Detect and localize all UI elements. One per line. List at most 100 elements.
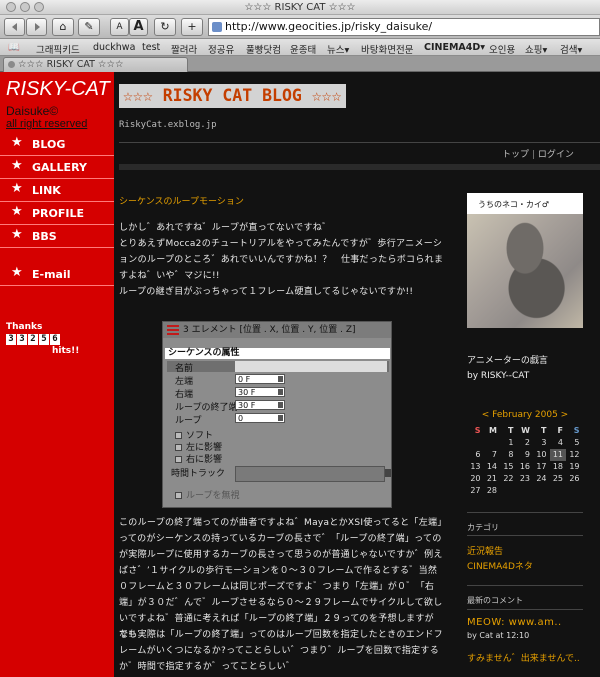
post-title[interactable]: シーケンスのループモーション bbox=[119, 194, 244, 207]
dialog-row-right: 右端 30 F bbox=[167, 387, 389, 400]
nav-label: E-mail bbox=[32, 268, 71, 281]
category-link[interactable]: CINEMA4Dネタ bbox=[467, 559, 533, 572]
add-bookmark-button[interactable]: + bbox=[181, 18, 203, 36]
bookmark-item[interactable]: 그래픽키드 bbox=[36, 42, 80, 55]
weekday: M bbox=[489, 426, 497, 435]
recent-comment-meta: by Cat at 12:10 bbox=[467, 631, 530, 640]
reload-button[interactable]: ↻ bbox=[154, 18, 176, 36]
bookmarks-book-icon[interactable]: 📖 bbox=[8, 42, 20, 53]
calendar-day: 25 bbox=[552, 474, 563, 483]
weekday: S bbox=[474, 426, 481, 435]
right-stepper[interactable]: 30 F bbox=[235, 387, 285, 397]
window-title: ☆☆☆ RISKY CAT ☆☆☆ bbox=[244, 2, 356, 13]
checkbox-icon bbox=[175, 444, 182, 451]
top-link[interactable]: トップ bbox=[502, 150, 529, 160]
window-controls bbox=[6, 2, 44, 12]
star-icon: ★ bbox=[11, 181, 23, 196]
nav-bbs[interactable]: ★ BBS bbox=[0, 226, 114, 248]
row-label: 左端 bbox=[175, 377, 194, 387]
bookmark-item[interactable]: 정공유 bbox=[208, 42, 234, 55]
window-titlebar: ☆☆☆ RISKY CAT ☆☆☆ bbox=[0, 0, 600, 15]
browser-toolbar: ⌂ ✎ A A ↻ + http://www.geocities.jp/risk… bbox=[0, 15, 600, 39]
divider bbox=[467, 535, 583, 536]
text-smaller-button[interactable]: A bbox=[110, 18, 129, 36]
calendar-day-today[interactable]: 11 bbox=[549, 449, 566, 461]
tab-label: ☆☆☆ RISKY CAT ☆☆☆ bbox=[18, 59, 124, 70]
close-window-icon[interactable] bbox=[6, 2, 16, 12]
recent-comment-link[interactable]: MEOW: www.am.. bbox=[467, 617, 562, 628]
post-paragraph: でも実際は「ループの終了端」ってのはループ回数を指定したときのエンドフレームがい… bbox=[119, 630, 443, 672]
category-heading: カテゴリ bbox=[467, 523, 499, 532]
calendar-header[interactable]: < February 2005 > bbox=[467, 410, 583, 420]
weekday: F bbox=[557, 426, 563, 435]
calendar-day bbox=[517, 485, 534, 497]
weekday: W bbox=[521, 426, 530, 435]
text-smaller-label: A bbox=[116, 22, 123, 32]
bookmark-item[interactable]: 바탕화면전문 bbox=[361, 42, 413, 55]
nav-link[interactable]: ★ LINK bbox=[0, 180, 114, 202]
forward-button[interactable] bbox=[26, 18, 47, 36]
recent-comment-link[interactable]: すみません゛出来ませんで.. bbox=[467, 652, 583, 666]
time-track-field[interactable] bbox=[235, 466, 385, 482]
disable-loop-checkbox[interactable]: ループを無視 bbox=[175, 488, 239, 501]
arrow-right-icon[interactable] bbox=[385, 469, 391, 477]
author-name[interactable]: Daisuke© bbox=[6, 104, 58, 118]
calendar-week: 1 2 3 4 5 bbox=[467, 437, 583, 449]
calendar-day: 17 bbox=[536, 462, 547, 471]
post-paragraph: このループの終了端ってのが曲者ですよね゛MayaとかXSI使ってると「左端」って… bbox=[119, 518, 443, 640]
site-name[interactable]: RISKY-CAT bbox=[6, 78, 110, 101]
bookmark-item[interactable]: test bbox=[142, 42, 160, 53]
counter-digit: 3 bbox=[6, 334, 16, 345]
reload-icon: ↻ bbox=[160, 20, 170, 33]
edit-button[interactable]: ✎ bbox=[78, 18, 100, 36]
back-button[interactable] bbox=[4, 18, 25, 36]
left-stepper[interactable]: 0 F bbox=[235, 374, 285, 384]
sidebar: RISKY-CAT Daisuke© all right reserved ★ … bbox=[0, 72, 114, 677]
browser-window: ☆☆☆ RISKY CAT ☆☆☆ ⌂ ✎ A A ↻ + http://www… bbox=[0, 0, 600, 677]
login-link[interactable]: ログイン bbox=[538, 150, 574, 160]
calendar-day: 7 bbox=[491, 450, 497, 459]
divider bbox=[467, 585, 583, 586]
bookmark-item[interactable]: 짤려라 bbox=[171, 42, 197, 55]
profile-line: アニメーターの戯言 bbox=[467, 356, 548, 366]
zoom-window-icon[interactable] bbox=[34, 2, 44, 12]
blog-url: RiskyCat.exblog.jp bbox=[119, 120, 217, 130]
bookmark-item[interactable]: 풀빵닷컴 bbox=[246, 42, 281, 55]
bookmark-item[interactable]: 뉴스▾ bbox=[327, 42, 349, 55]
bookmark-item[interactable]: duckhwa bbox=[93, 42, 135, 53]
address-bar[interactable]: http://www.geocities.jp/risky_daisuke/ bbox=[208, 18, 600, 36]
bookmark-item[interactable]: 쇼핑▾ bbox=[525, 42, 547, 55]
weekday: T bbox=[541, 426, 547, 435]
counter-digit: 3 bbox=[17, 334, 27, 345]
divider bbox=[119, 142, 600, 143]
text-bigger-button[interactable]: A bbox=[129, 18, 148, 36]
grip-icon bbox=[167, 325, 179, 335]
blog-title[interactable]: ☆☆☆ RISKY CAT BLOG ☆☆☆ bbox=[119, 84, 346, 108]
bookmark-item[interactable]: 오인용 bbox=[489, 42, 515, 55]
divider bbox=[119, 164, 600, 170]
home-button[interactable]: ⌂ bbox=[52, 18, 74, 36]
calendar-weekdays: S M T W T F S bbox=[467, 425, 583, 437]
bookmark-item[interactable]: 윤종태 bbox=[290, 42, 316, 55]
nav-email[interactable]: ★ E-mail bbox=[0, 264, 114, 286]
bookmark-item[interactable]: CINEMA4D▾ bbox=[424, 42, 485, 53]
calendar-day: 20 bbox=[470, 474, 481, 483]
tab-active[interactable]: ☆☆☆ RISKY CAT ☆☆☆ bbox=[3, 57, 188, 72]
calendar-day: 1 bbox=[508, 438, 514, 447]
loop-end-stepper[interactable]: 30 F bbox=[235, 400, 285, 410]
loop-stepper[interactable]: 0 bbox=[235, 413, 285, 423]
name-field[interactable] bbox=[235, 361, 387, 372]
close-tab-icon[interactable] bbox=[8, 61, 15, 68]
checkbox-label: 右に影響 bbox=[186, 455, 223, 465]
affect-right-checkbox[interactable]: 右に影響 bbox=[175, 452, 222, 465]
top-login-links: トップ | ログイン bbox=[502, 147, 574, 160]
calendar-day: 16 bbox=[519, 462, 530, 471]
nav-blog[interactable]: ★ BLOG bbox=[0, 134, 114, 156]
copyright-link[interactable]: all right reserved bbox=[6, 118, 87, 130]
bookmark-item[interactable]: 검색▾ bbox=[560, 42, 582, 55]
minimize-window-icon[interactable] bbox=[20, 2, 30, 12]
nav-profile[interactable]: ★ PROFILE bbox=[0, 203, 114, 225]
category-link[interactable]: 近況報告 bbox=[467, 544, 503, 557]
weekday: T bbox=[508, 426, 514, 435]
nav-gallery[interactable]: ★ GALLERY bbox=[0, 157, 114, 179]
